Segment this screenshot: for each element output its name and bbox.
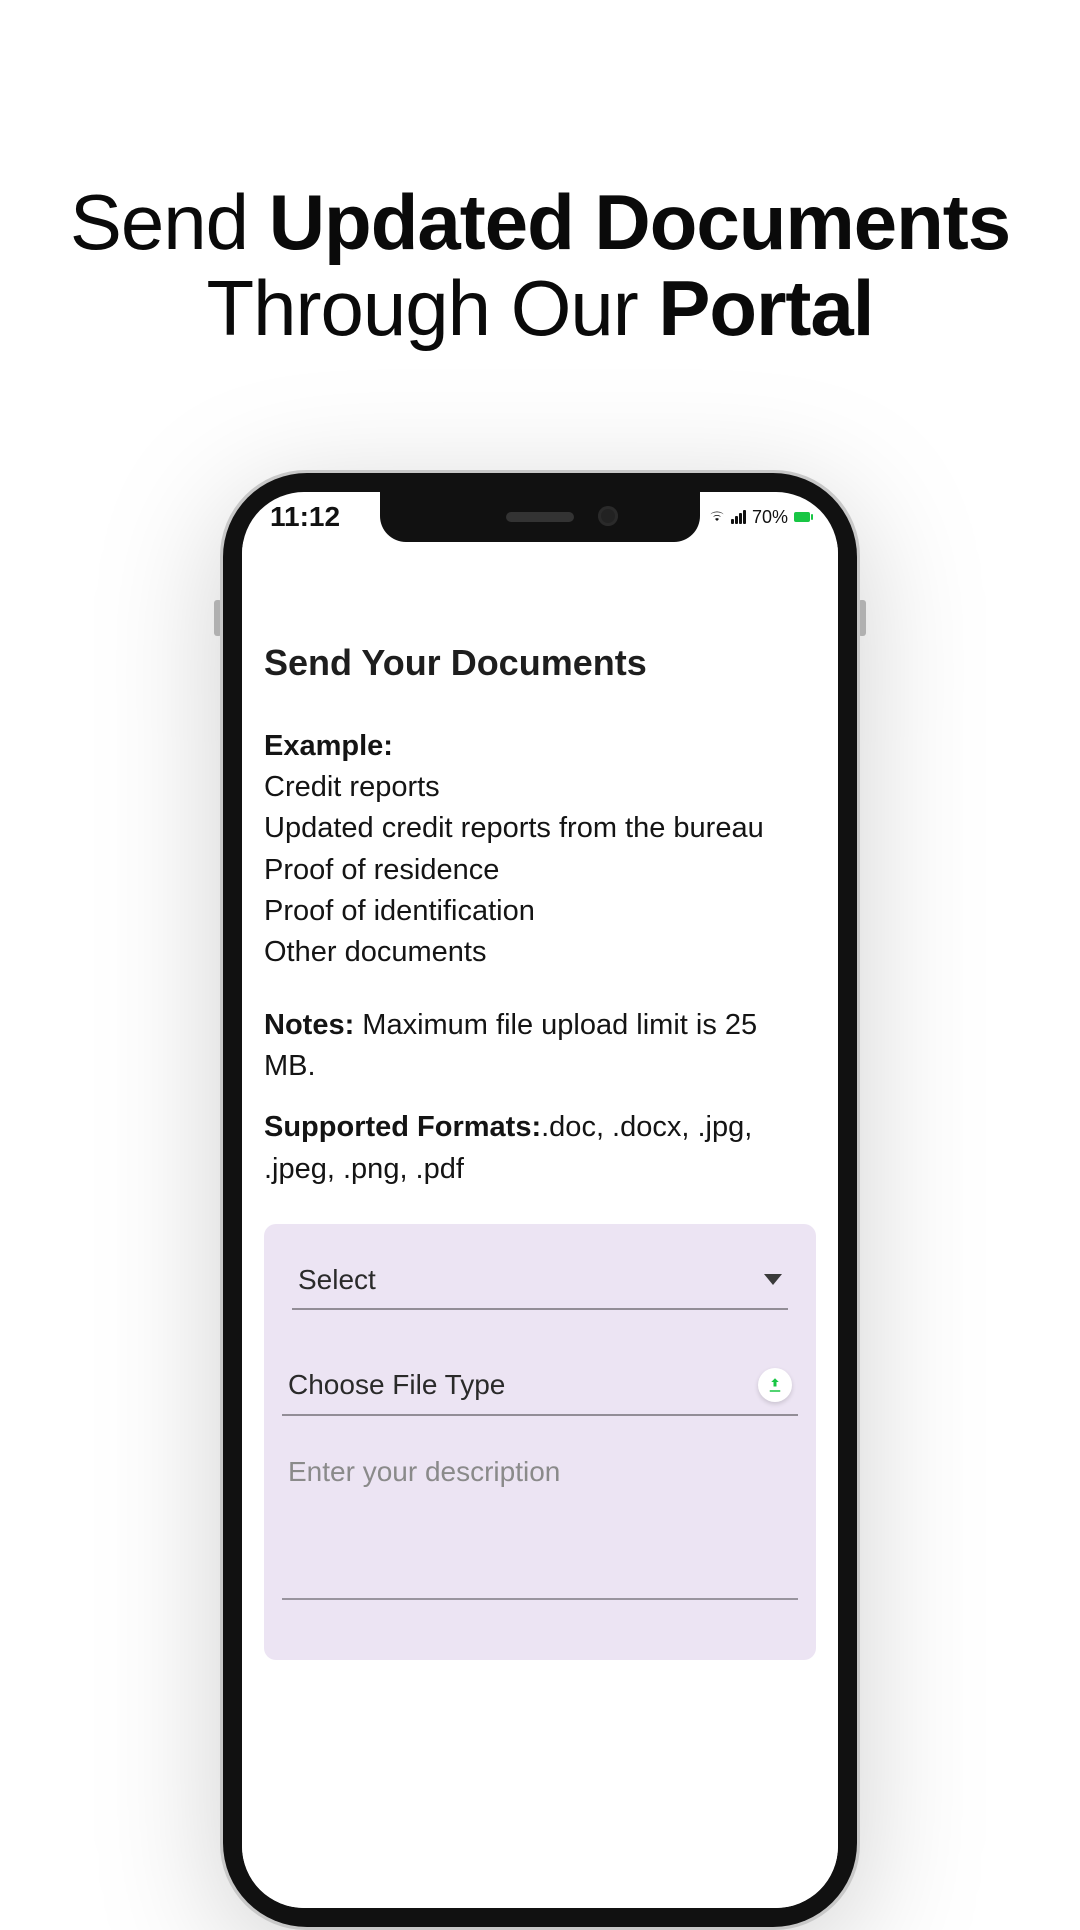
info-block: Example: Credit reports Updated credit r… — [264, 726, 816, 1190]
headline-word-updated-documents: Updated Documents — [269, 178, 1010, 266]
page-title: Send Your Documents — [264, 642, 816, 684]
file-type-field[interactable]: Choose File Type — [282, 1350, 798, 1416]
signal-icon — [731, 510, 746, 524]
description-input[interactable]: Enter your description — [282, 1444, 798, 1600]
status-bar: 11:12 70% — [242, 492, 838, 542]
phone-mockup: 11:12 70% Send Your Documents Example: C… — [220, 470, 860, 1930]
marketing-headline: Send Updated Documents Through Our Porta… — [0, 180, 1080, 352]
example-item: Proof of residence — [264, 850, 816, 891]
upload-button[interactable] — [758, 1368, 792, 1402]
battery-icon — [794, 512, 810, 522]
battery-percentage: 70% — [752, 507, 788, 528]
example-item: Proof of identification — [264, 891, 816, 932]
example-item: Updated credit reports from the bureau — [264, 808, 816, 849]
chevron-down-icon — [764, 1274, 782, 1285]
example-label: Example: — [264, 726, 816, 767]
description-placeholder: Enter your description — [288, 1456, 560, 1487]
phone-screen: 11:12 70% Send Your Documents Example: C… — [242, 492, 838, 1908]
upload-card: Select Choose File Type Enter your descr… — [264, 1224, 816, 1660]
headline-word-send: Send — [70, 178, 269, 266]
select-label: Select — [298, 1264, 376, 1296]
example-list: Credit reports Updated credit reports fr… — [264, 767, 816, 973]
status-time: 11:12 — [270, 501, 340, 533]
file-type-label: Choose File Type — [288, 1369, 505, 1401]
upload-icon — [766, 1376, 784, 1394]
example-item: Credit reports — [264, 767, 816, 808]
headline-word-through-our: Through Our — [207, 264, 659, 352]
formats-label: Supported Formats: — [264, 1111, 541, 1143]
example-item: Other documents — [264, 932, 816, 973]
headline-word-portal: Portal — [658, 264, 873, 352]
notes-label: Notes: — [264, 1009, 354, 1041]
wifi-icon — [709, 509, 725, 525]
document-type-select[interactable]: Select — [292, 1246, 788, 1310]
app-content: Send Your Documents Example: Credit repo… — [242, 542, 838, 1908]
